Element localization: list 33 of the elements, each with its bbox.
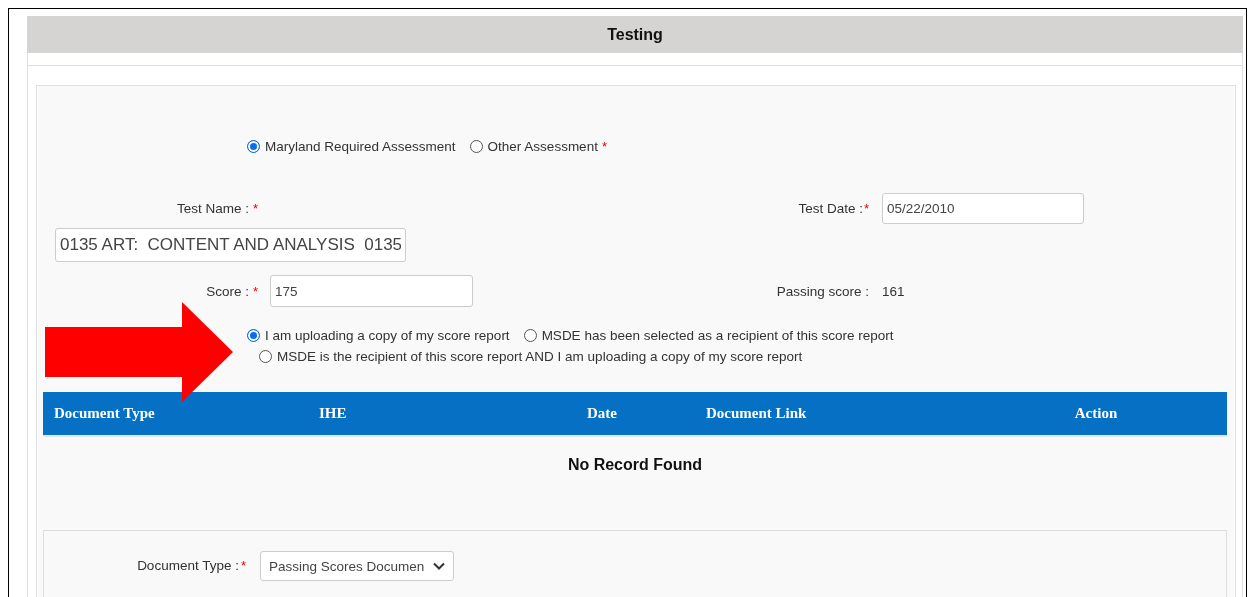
column-header: IHE <box>319 405 347 421</box>
required-mark: * <box>252 201 258 216</box>
required-mark: * <box>252 283 258 299</box>
radio-label: MSDE has been selected as a recipient of this score report <box>541 328 894 343</box>
radio-button[interactable] <box>469 140 483 153</box>
field-label: Test Date : <box>798 201 863 216</box>
chevron-icon <box>433 562 445 570</box>
panel-title: Testing <box>27 16 1243 53</box>
input-field[interactable]: 175 <box>270 275 473 307</box>
radio-label: MSDE is the recipient of this score report AND I am uploading a copy of my score report <box>277 349 803 364</box>
field-label: Score : <box>206 283 249 299</box>
date-field[interactable]: 05/22/2010 <box>882 193 1084 224</box>
column-header: Document Type <box>54 405 155 421</box>
radio-label: Maryland Required Assessment <box>265 139 456 154</box>
radio-button[interactable] <box>259 350 272 363</box>
column-header: Date <box>587 405 617 421</box>
field-label: Test Name : <box>176 201 249 216</box>
field-label: Document Type : <box>137 557 239 573</box>
passing-score-value: 161 <box>882 283 905 299</box>
radio-button[interactable] <box>247 140 260 153</box>
radio-button[interactable] <box>247 329 260 342</box>
column-header: Action <box>1074 405 1118 421</box>
input-field[interactable]: 0135 ART: CONTENT AND ANALYSIS 0135 <box>55 228 406 262</box>
column-header: Document Link <box>706 405 807 421</box>
radio-label: Other Assessment <box>487 139 598 154</box>
required-mark: * <box>863 201 869 216</box>
field-label: Passing score : <box>776 283 869 299</box>
radio-button[interactable] <box>523 329 537 342</box>
required-mark: * <box>240 557 246 573</box>
empty-message: No Record Found <box>567 456 703 475</box>
dropdown[interactable]: Passing Scores Documen <box>260 551 454 581</box>
radio-label: I am uploading a copy of my score report <box>265 328 510 343</box>
required-mark: * <box>601 139 607 154</box>
